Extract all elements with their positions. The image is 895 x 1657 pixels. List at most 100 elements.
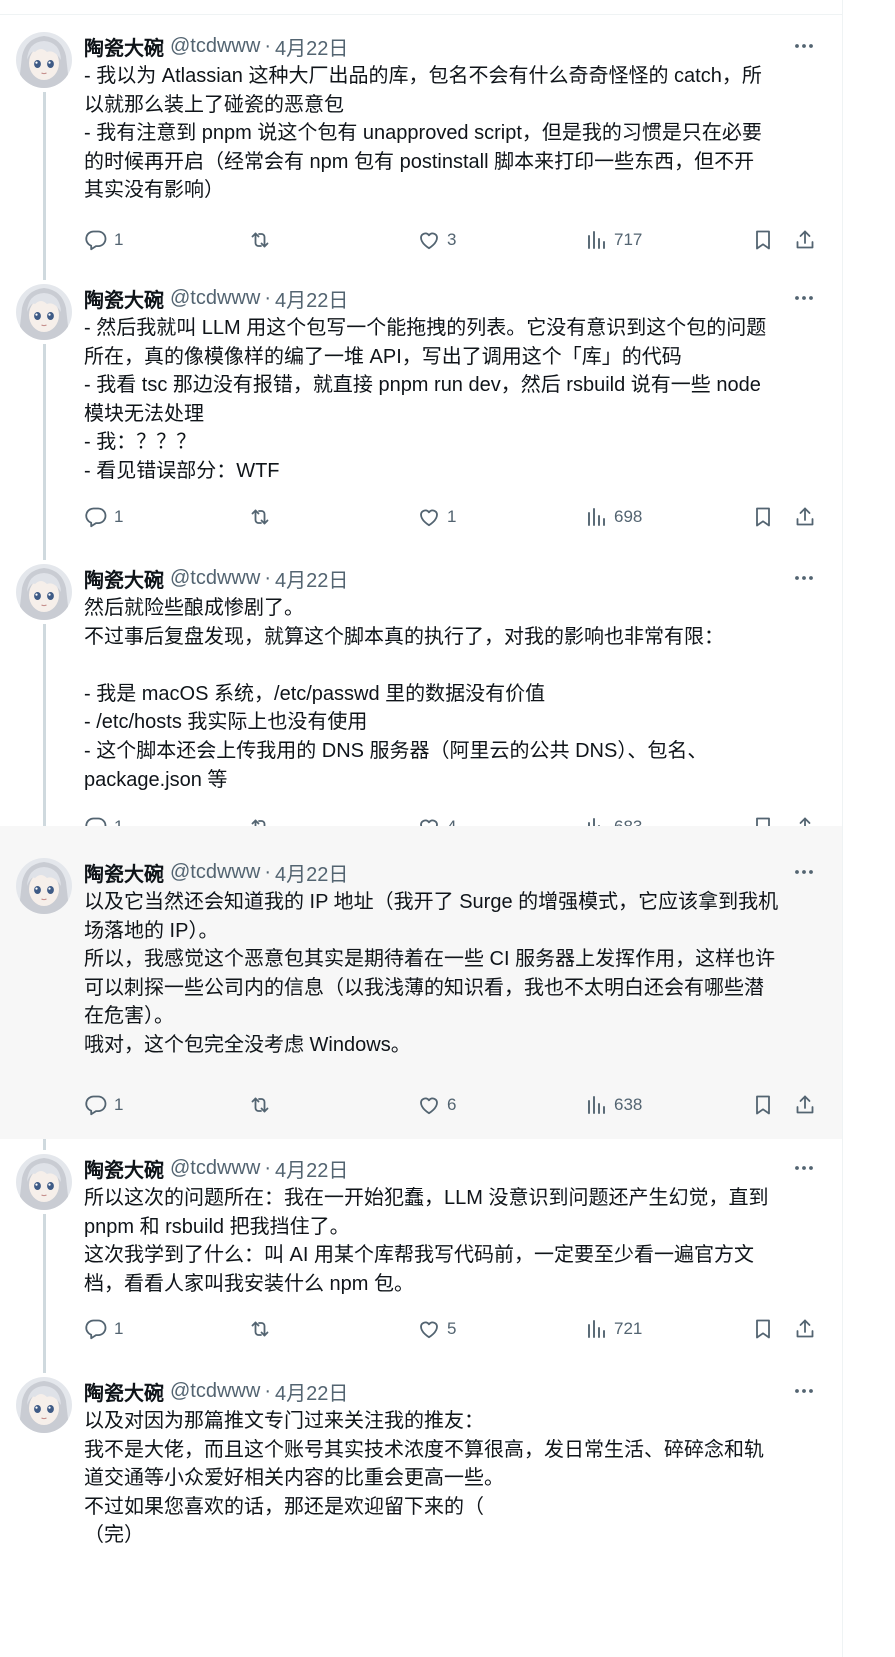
tweet-date[interactable]: 4月22日 [275, 1377, 348, 1406]
reply-count: 1 [114, 1319, 124, 1338]
author-handle[interactable]: @tcdwww [170, 1157, 260, 1180]
tweet-text-line [84, 651, 824, 680]
tweet-date[interactable]: 4月22日 [275, 858, 348, 887]
repost-button[interactable] [248, 1091, 278, 1119]
author-handle[interactable]: @tcdwww [170, 35, 260, 58]
tweet-actions: 1 1 698 [84, 503, 824, 531]
tweet-text-line: 以就那么装上了碰瓷的恶意包 [84, 93, 344, 116]
avatar[interactable] [16, 1154, 72, 1210]
heart-icon [417, 505, 441, 529]
views-button[interactable]: 721 [584, 1315, 642, 1343]
more-horizontal-icon[interactable] [790, 564, 818, 592]
tweet[interactable]: 陶瓷大碗 @tcdwww · 4月22日 然后就险些酿成惨剧了。 不过事后复盘发现，就算这… [0, 564, 842, 858]
tweet-text-line: pnpm 和 rsbuild 把我挡住了。 [84, 1215, 350, 1238]
like-button[interactable]: 3 [417, 226, 456, 254]
tweet-text: 以及它当然还会知道我的 IP 地址（我开了 Surge 的增强模式，它应该拿到我… [84, 888, 824, 1060]
tweet-content: 陶瓷大碗 @tcdwww · 4月22日 - 我以为 Atlassian 这种大厂出品的… [0, 32, 842, 284]
author-name[interactable]: 陶瓷大碗 [84, 32, 164, 61]
author-name[interactable]: 陶瓷大碗 [84, 1154, 164, 1183]
tweet[interactable]: 陶瓷大碗 @tcdwww · 4月22日 以及它当然还会知道我的 IP 地址（我开了 S… [0, 826, 842, 1139]
author-name[interactable]: 陶瓷大碗 [84, 858, 164, 887]
tweet-text: 以及对因为那篇推文专门过来关注我的推友： 我不是大佬，而且这个账号其实技术浓度不算… [84, 1407, 824, 1550]
views-button[interactable]: 698 [584, 503, 642, 531]
more-horizontal-icon[interactable] [790, 284, 818, 312]
bookmark-button[interactable] [751, 1315, 775, 1343]
tweet-text: 然后就险些酿成惨剧了。 不过事后复盘发现，就算这个脚本真的执行了，对我的影响也非常… [84, 594, 824, 794]
tweet-date[interactable]: 4月22日 [275, 32, 348, 61]
author-name[interactable]: 陶瓷大碗 [84, 284, 164, 313]
reply-bubble-icon [84, 1093, 108, 1117]
reply-button[interactable]: 1 [84, 1315, 123, 1343]
author-handle[interactable]: @tcdwww [170, 1380, 260, 1403]
bookmark-icon [751, 505, 775, 529]
author-handle[interactable]: @tcdwww [170, 861, 260, 884]
more-horizontal-icon[interactable] [790, 1377, 818, 1405]
bookmark-button[interactable] [751, 1091, 775, 1119]
tweet-text: - 然后我就叫 LLM 用这个包写一个能拖拽的列表。它没有意识到这个包的问题 所在… [84, 314, 824, 486]
tweet-text-line: 其实没有影响） [84, 179, 224, 202]
bookmark-button[interactable] [751, 503, 775, 531]
bookmark-button[interactable] [751, 226, 775, 254]
tweet[interactable]: 陶瓷大碗 @tcdwww · 4月22日 所以这次的问题所在：我在一开始犯蠢，LLM 没… [0, 1154, 842, 1377]
tweet-actions: 1 6 638 [84, 1091, 824, 1119]
right-border [842, 0, 843, 1657]
tweet[interactable]: 陶瓷大碗 @tcdwww · 4月22日 - 我以为 Atlassian 这种大厂出品的… [0, 32, 842, 284]
repost-button[interactable] [248, 1315, 278, 1343]
separator-dot: · [264, 286, 271, 309]
share-upload-icon [793, 1317, 817, 1341]
tweet-date[interactable]: 4月22日 [275, 1154, 348, 1183]
author-handle[interactable]: @tcdwww [170, 287, 260, 310]
tweet-text-line: - 我有注意到 pnpm 说这个包有 unapproved script，但是我… [84, 122, 762, 145]
more-horizontal-icon[interactable] [790, 858, 818, 886]
tweet-text-line: package.json 等 [84, 768, 228, 791]
tweet-content: 陶瓷大碗 @tcdwww · 4月22日 所以这次的问题所在：我在一开始犯蠢，LLM 没… [0, 1154, 842, 1377]
tweet-content: 陶瓷大碗 @tcdwww · 4月22日 - 然后我就叫 LLM 用这个包写一个能拖拽的… [0, 284, 842, 564]
separator-dot: · [264, 860, 271, 883]
tweet-text-line: - 我：？？？ [84, 431, 197, 454]
like-button[interactable]: 5 [417, 1315, 456, 1343]
share-button[interactable] [793, 503, 817, 531]
tweet[interactable]: 陶瓷大碗 @tcdwww · 4月22日 - 然后我就叫 LLM 用这个包写一个能拖拽的… [0, 284, 842, 564]
reply-button[interactable]: 1 [84, 1091, 123, 1119]
like-button[interactable]: 1 [417, 503, 456, 531]
views-count: 698 [614, 507, 643, 526]
tweet[interactable]: 陶瓷大碗 @tcdwww · 4月22日 以及对因为那篇推文专门过来关注我的推友： 我不是… [0, 1377, 842, 1657]
repost-button[interactable] [248, 503, 278, 531]
avatar[interactable] [16, 564, 72, 620]
more-horizontal-icon[interactable] [790, 1154, 818, 1182]
views-button[interactable]: 638 [584, 1091, 642, 1119]
like-button[interactable]: 6 [417, 1091, 456, 1119]
share-button[interactable] [793, 226, 817, 254]
more-horizontal-icon[interactable] [790, 32, 818, 60]
tweet-date[interactable]: 4月22日 [275, 284, 348, 313]
tweet-text-line: 以及对因为那篇推文专门过来关注我的推友： [84, 1410, 484, 1432]
bookmark-icon [751, 228, 775, 252]
heart-icon [417, 1317, 441, 1341]
tweet-header: 陶瓷大碗 @tcdwww · 4月22日 [84, 32, 348, 60]
avatar[interactable] [16, 858, 72, 914]
avatar[interactable] [16, 1377, 72, 1433]
avatar[interactable] [16, 284, 72, 340]
tweet-text-line: - 我以为 Atlassian 这种大厂出品的库，包名不会有什么奇奇怪怪的 ca… [84, 65, 762, 87]
author-name[interactable]: 陶瓷大碗 [84, 564, 164, 593]
author-name[interactable]: 陶瓷大碗 [84, 1377, 164, 1406]
reply-bubble-icon [84, 505, 108, 529]
share-button[interactable] [793, 1091, 817, 1119]
tweet-header: 陶瓷大碗 @tcdwww · 4月22日 [84, 564, 348, 592]
tweet-date[interactable]: 4月22日 [275, 564, 348, 593]
reply-count: 1 [114, 230, 124, 249]
reply-button[interactable]: 1 [84, 503, 123, 531]
tweet-actions: 1 5 721 [84, 1315, 824, 1343]
views-button[interactable]: 717 [584, 226, 642, 254]
author-handle[interactable]: @tcdwww [170, 567, 260, 590]
tweet-content: 陶瓷大碗 @tcdwww · 4月22日 以及对因为那篇推文专门过来关注我的推友： 我不是… [0, 1377, 842, 1657]
repost-button[interactable] [248, 226, 278, 254]
tweet-text-line: 模块无法处理 [84, 402, 204, 425]
bookmark-icon [751, 1093, 775, 1117]
views-count: 638 [614, 1095, 643, 1114]
reply-button[interactable]: 1 [84, 226, 123, 254]
like-count: 5 [447, 1319, 457, 1338]
share-button[interactable] [793, 1315, 817, 1343]
repost-arrows-icon [248, 1093, 272, 1117]
avatar[interactable] [16, 32, 72, 88]
